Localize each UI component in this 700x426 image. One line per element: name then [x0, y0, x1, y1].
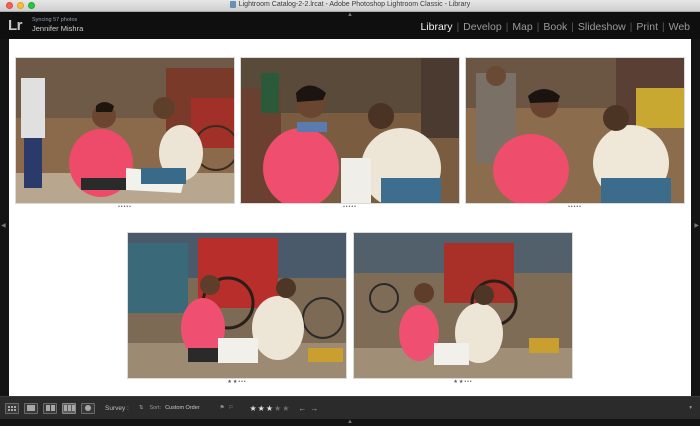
face-icon — [85, 405, 91, 411]
toolbar-menu-chevron-icon[interactable]: ▾ — [689, 405, 692, 411]
street-barber-photo — [128, 233, 346, 378]
grid-icon — [8, 405, 16, 411]
module-book[interactable]: Book — [539, 21, 571, 33]
rating-stars[interactable]: ★★★★★ — [250, 404, 291, 413]
rating-empty-stars[interactable]: ★★ — [274, 404, 290, 413]
title-bar: Lightroom Catalog-2-2.lrcat - Adobe Phot… — [0, 0, 700, 12]
survey-view-button[interactable] — [62, 402, 76, 414]
right-panel-toggle-icon[interactable]: ▶ — [694, 222, 699, 229]
survey-photo-cell[interactable]: ••••• — [240, 57, 460, 210]
left-panel-toggle-icon[interactable]: ◀ — [1, 222, 6, 229]
loupe-view-button[interactable] — [24, 402, 38, 414]
filmstrip-toggle-icon[interactable]: ▲ — [347, 419, 353, 425]
compare-view-button[interactable] — [43, 402, 57, 414]
module-slideshow[interactable]: Slideshow — [574, 21, 630, 33]
window-title-text: Lightroom Catalog-2-2.lrcat - Adobe Phot… — [238, 1, 471, 8]
survey-photo-cell[interactable]: ••••• — [465, 57, 685, 210]
survey-toolbar: Survey : ⇅ Sort: Custom Order ⚑ ⚐ ★★★★★ … — [0, 396, 700, 419]
survey-photo-cell[interactable]: ★★••• — [127, 232, 347, 385]
survey-photo[interactable] — [353, 232, 573, 379]
module-develop[interactable]: Develop — [459, 21, 506, 33]
module-library[interactable]: Library — [416, 21, 456, 33]
flag-icon[interactable]: ⚑ — [220, 405, 225, 411]
identity-plate[interactable]: Syncing 57 photos Jennifer Mishra — [32, 17, 83, 33]
app-window: Lightroom Catalog-2-2.lrcat - Adobe Phot… — [0, 0, 700, 426]
compare-icon — [45, 405, 55, 411]
sort-label: Sort: — [149, 405, 162, 411]
view-mode-label: Survey : — [105, 404, 129, 412]
photo-rating[interactable]: ••••• — [15, 205, 235, 210]
rating-filled-stars[interactable]: ★★★ — [250, 404, 275, 413]
photo-rating[interactable]: ★★••• — [127, 380, 347, 385]
sync-status: Syncing 57 photos — [32, 17, 78, 23]
sort-order-select[interactable]: Custom Order — [165, 405, 200, 411]
user-name: Jennifer Mishra — [32, 24, 84, 33]
people-view-button[interactable] — [81, 402, 95, 414]
reject-flag-icon[interactable]: ⚐ — [229, 405, 234, 411]
survey-photo[interactable] — [15, 57, 235, 204]
street-barber-photo — [354, 233, 572, 378]
module-print[interactable]: Print — [632, 21, 662, 33]
survey-icon — [63, 405, 75, 411]
photo-rating[interactable]: ★★••• — [353, 380, 573, 385]
loupe-icon — [27, 405, 35, 411]
photo-rating[interactable]: ••••• — [240, 205, 460, 210]
survey-photo[interactable] — [240, 57, 460, 204]
survey-photo-cell[interactable]: ••••• — [15, 57, 235, 210]
previous-photo-icon[interactable]: ← — [298, 404, 306, 413]
module-map[interactable]: Map — [508, 21, 536, 33]
street-barber-photo — [466, 58, 684, 203]
sort-icon[interactable]: ⇅ — [139, 405, 144, 411]
lightroom-logo: Lr — [8, 17, 23, 34]
top-panel-toggle-icon[interactable]: ▲ — [347, 12, 353, 18]
next-photo-icon[interactable]: → — [310, 404, 318, 413]
survey-photo[interactable] — [127, 232, 347, 379]
module-web[interactable]: Web — [665, 21, 694, 33]
grid-view-button[interactable] — [5, 402, 19, 414]
module-picker: Library | Develop | Map | Book | Slidesh… — [416, 21, 694, 33]
document-icon — [229, 1, 236, 8]
street-barber-photo — [16, 58, 234, 203]
photo-rating[interactable]: ••••• — [465, 205, 685, 210]
survey-photo[interactable] — [465, 57, 685, 204]
survey-view: ••••• ••••• ••••• ★★••• ★★••• — [9, 39, 691, 396]
street-barber-photo — [241, 58, 459, 203]
window-title: Lightroom Catalog-2-2.lrcat - Adobe Phot… — [0, 1, 700, 8]
survey-photo-cell[interactable]: ★★••• — [353, 232, 573, 385]
